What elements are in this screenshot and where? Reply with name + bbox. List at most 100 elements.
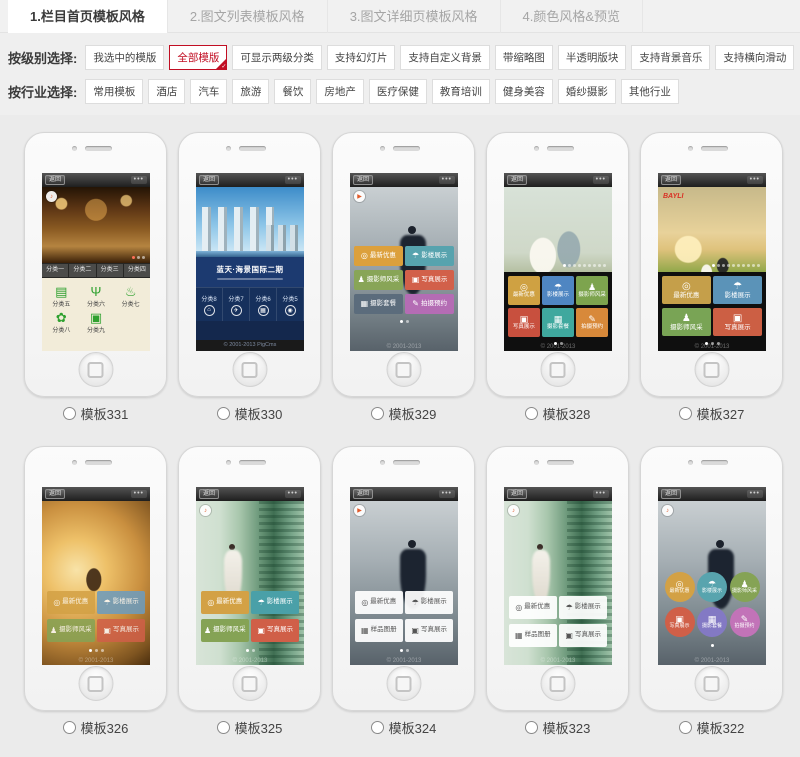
filter-my-selected[interactable]: 我选中的模版	[85, 45, 164, 70]
carousel-dot	[137, 256, 140, 259]
more-menu-icon: •••	[439, 490, 455, 498]
carousel-dot	[711, 644, 714, 647]
template-radio[interactable]	[63, 407, 76, 420]
play-icon: ▶	[354, 505, 365, 516]
industry-realestate[interactable]: 房地产	[316, 79, 364, 104]
industry-wedding[interactable]: 婚纱摄影	[558, 79, 616, 104]
filter-slideshow[interactable]: 支持幻灯片	[327, 45, 396, 70]
filter-custom-bg[interactable]: 支持自定义背景	[400, 45, 490, 70]
industry-medical[interactable]: 医疗保健	[369, 79, 427, 104]
phone-preview[interactable]: 返回•••♪分类一分类二分类三分类四▤分类五Ψ分类六♨分类七✿分类八▣分类九	[24, 132, 167, 397]
template-option: 模板322	[640, 718, 783, 737]
phone-preview[interactable]: 返回•••▶◎最新优惠☂影楼展示▦样品图册▣写真展示© 2001-2013	[332, 446, 475, 711]
stamp-icon: ▣	[257, 627, 265, 635]
city-sky-photo	[196, 187, 304, 257]
template-option: 模板323	[486, 718, 629, 737]
preview-content: ♪◎最新优惠☂影楼展示♟摄影师风采▣写真展示▦摄影套餐✎拍摄预约© 2001-2…	[658, 501, 766, 665]
filter-horizontal-slide[interactable]: 支持横向滑动	[715, 45, 794, 70]
tab-list-style[interactable]: 2.图文列表模板风格	[168, 0, 328, 33]
tile-person: ♟摄影师风采	[47, 619, 95, 642]
tile-camera: ◎最新优惠	[47, 591, 95, 614]
tile-label: 影楼展示	[113, 599, 139, 606]
phone-screen: 返回•••BAYLI◎最新优惠☂影楼展示♟摄影师风采▣写真展示© 2001-20…	[658, 173, 766, 351]
tile-camera: ◎最新优惠	[665, 572, 695, 602]
category-button: 分类四	[124, 264, 150, 277]
tile-label: 写真展示	[575, 632, 601, 639]
studio-icon: ☂	[566, 604, 573, 612]
template-radio[interactable]	[525, 721, 538, 734]
tile-label: 最新优惠	[524, 604, 550, 611]
tab-column-home-style[interactable]: 1.栏目首页模板风格	[8, 0, 168, 33]
album-icon: ▦	[554, 315, 563, 324]
home-button-icon	[78, 666, 113, 701]
filter-two-level[interactable]: 可显示两级分类	[232, 45, 322, 70]
phone-preview[interactable]: 返回•••BAYLI◎最新优惠☂影楼展示♟摄影师风采▣写真展示© 2001-20…	[640, 132, 783, 397]
preview-content: ▶◎最新优惠☂影楼展示♟摄影师风采▣写真展示▦摄影套餐✎拍摄预约© 2001-2…	[350, 187, 458, 351]
menu-icon: ▤	[44, 284, 79, 299]
carousel-dot	[598, 264, 601, 267]
carousel-dots	[712, 264, 760, 267]
category-button: 分类二	[69, 264, 95, 277]
industry-food[interactable]: 餐饮	[274, 79, 311, 104]
industry-hotel[interactable]: 酒店	[148, 79, 185, 104]
industry-travel[interactable]: 旅游	[232, 79, 269, 104]
phone-preview[interactable]: 返回•••♪◎最新优惠☂影楼展示♟摄影师风采▣写真展示▦摄影套餐✎拍摄预约© 2…	[640, 446, 783, 711]
template-cell: 返回•••◎最新优惠☂影楼展示♟摄影师风采▣写真展示▦摄影套餐✎拍摄预约© 20…	[486, 132, 629, 423]
phone-preview[interactable]: 返回•••▶◎最新优惠☂影楼展示♟摄影师风采▣写真展示▦摄影套餐✎拍摄预约© 2…	[332, 132, 475, 397]
phone-preview[interactable]: 返回•••◎最新优惠☂影楼展示♟摄影师风采▣写真展示▦摄影套餐✎拍摄预约© 20…	[486, 132, 629, 397]
category-button: 分类一	[42, 264, 68, 277]
tile-label: 最新优惠	[216, 599, 242, 606]
template-radio[interactable]	[371, 721, 384, 734]
template-radio[interactable]	[679, 721, 692, 734]
filter-all-templates[interactable]: 全部模版	[169, 45, 227, 70]
phone-preview[interactable]: 返回•••◎最新优惠☂影楼展示♟摄影师风采▣写真展示© 2001-2013	[24, 446, 167, 711]
tab-detail-style[interactable]: 3.图文详细页模板风格	[328, 0, 501, 33]
filter-thumbnail[interactable]: 带缩略图	[495, 45, 553, 70]
camera-icon: ◎	[361, 252, 368, 260]
carousel-dot	[406, 649, 409, 652]
tile-person: ♟摄影师风采	[576, 276, 608, 305]
speaker-slot	[85, 460, 112, 465]
tile-album: ▦摄影套餐	[354, 294, 403, 314]
phone-screen: 返回•••◎最新优惠☂影楼展示♟摄影师风采▣写真展示© 2001-2013	[42, 487, 150, 665]
industry-common[interactable]: 常用模板	[85, 79, 143, 104]
template-radio[interactable]	[217, 407, 230, 420]
tile-label: 写真展示	[113, 627, 139, 634]
tile-menu: ◎最新优惠☂影楼展示♟摄影师风采▣写真展示▦摄影套餐✎拍摄预约	[354, 246, 454, 323]
template-radio[interactable]	[525, 407, 538, 420]
tile-label: 摄影师风采	[578, 293, 606, 299]
industry-car[interactable]: 汽车	[190, 79, 227, 104]
template-radio[interactable]	[63, 721, 76, 734]
template-radio[interactable]	[679, 407, 692, 420]
template-radio[interactable]	[217, 721, 230, 734]
filter-bg-music[interactable]: 支持背景音乐	[631, 45, 710, 70]
tile-studio: ☂影楼展示	[405, 591, 453, 614]
template-radio[interactable]	[371, 407, 384, 420]
carousel-dot	[132, 256, 135, 259]
tile-person: ♟摄影师风采	[730, 572, 760, 602]
menu-item: ▤分类五	[44, 284, 79, 308]
carousel-dot	[101, 649, 104, 652]
tile-label: 写真展示	[421, 627, 447, 634]
category-nav: 分类一分类二分类三分类四	[42, 263, 150, 278]
template-cell: 返回•••▶◎最新优惠☂影楼展示♟摄影师风采▣写真展示▦摄影套餐✎拍摄预约© 2…	[332, 132, 475, 423]
template-option: 模板329	[332, 404, 475, 423]
tile-pencil: ✎拍摄预约	[405, 294, 454, 314]
industry-other[interactable]: 其他行业	[621, 79, 679, 104]
tile-stamp: ▣写真展示	[97, 619, 145, 642]
tab-color-preview[interactable]: 4.颜色风格&预览	[501, 0, 644, 33]
tile-menu: ◎最新优惠☂影楼展示♟摄影师风采▣写真展示▦摄影套餐✎拍摄预约	[508, 276, 608, 340]
studio-icon: ☂	[258, 599, 265, 607]
phone-preview[interactable]: 返回•••♪◎最新优惠☂影楼展示♟摄影师风采▣写真展示© 2001-2013	[178, 446, 321, 711]
tile-stamp: ▣写真展示	[713, 308, 762, 336]
phone-preview[interactable]: 返回•••蓝天·海景国际二期分类8⌂分类7✈分类6▦分类5◉© 2001-201…	[178, 132, 321, 397]
filter-translucent[interactable]: 半透明版块	[558, 45, 627, 70]
phone-preview[interactable]: 返回•••♪◎最新优惠☂影楼展示▦样品图册▣写真展示© 2001-2013	[486, 446, 629, 711]
industry-education[interactable]: 教育培训	[432, 79, 490, 104]
phone-screen: 返回•••▶◎最新优惠☂影楼展示▦样品图册▣写真展示© 2001-2013	[350, 487, 458, 665]
carousel-dot	[400, 649, 403, 652]
front-camera-icon	[534, 146, 539, 151]
restaurant-photo: ♪	[42, 187, 150, 263]
person-icon: ♟	[358, 276, 365, 284]
industry-fitness[interactable]: 健身美容	[495, 79, 553, 104]
